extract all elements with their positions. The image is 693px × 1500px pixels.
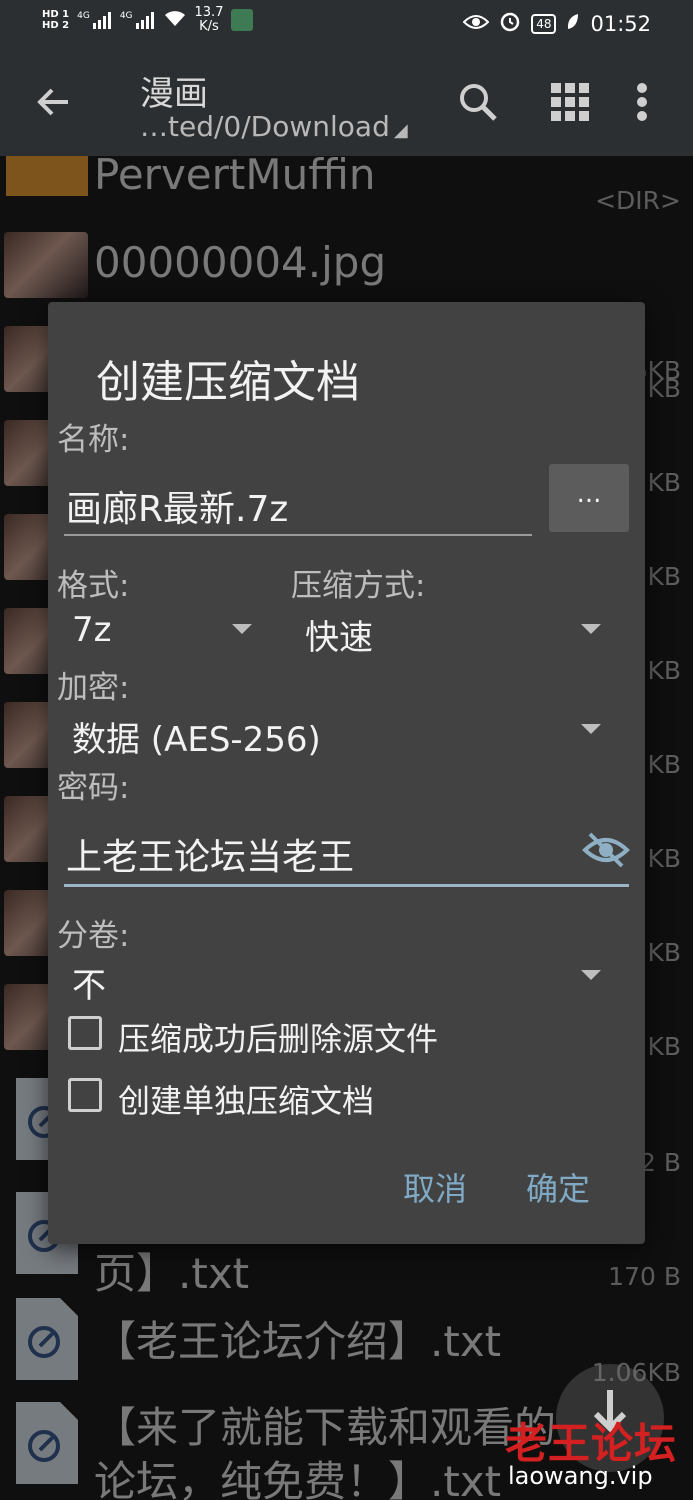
separate-archives-label: 创建单独压缩文档 — [118, 1082, 375, 1120]
status-right: 48 01:52 — [462, 10, 651, 37]
delete-source-checkbox[interactable] — [68, 1016, 102, 1050]
path-dropdown-icon: ◢ — [393, 120, 408, 141]
encryption-dropdown-icon — [581, 724, 601, 734]
create-archive-dialog: 创建压缩文档 名称: 画廊R最新.7z ... 格式: 压缩方式: 7z 快速 … — [48, 302, 645, 1244]
encryption-label: 加密: — [57, 670, 130, 706]
current-path: …ted/0/Download — [140, 110, 390, 143]
status-bar: HD 1 HD 2 4G 4G 13.7 K/s 48 01:52 — [0, 0, 693, 48]
method-value: 快速 — [305, 618, 373, 658]
encryption-value: 数据 (AES-256) — [72, 720, 321, 760]
clock-time: 01:52 — [590, 11, 651, 36]
split-value: 不 — [72, 966, 106, 1006]
hd-badges: HD 1 HD 2 — [42, 9, 69, 31]
hd2-badge: HD 2 — [42, 20, 70, 31]
wifi-icon — [163, 8, 187, 32]
sig2-text: 4G — [119, 11, 133, 21]
archive-name-input[interactable]: 画廊R最新.7z — [66, 480, 288, 532]
signal-icon-1: 4G — [77, 11, 112, 29]
method-dropdown-icon — [581, 624, 601, 634]
battery-icon: 48 — [531, 13, 557, 34]
cancel-button[interactable]: 取消 — [403, 1164, 467, 1210]
app-bar: 漫画 …ted/0/Download ◢ — [0, 48, 693, 156]
speed-value: 13.7 — [194, 5, 224, 20]
hide-password-icon[interactable] — [582, 830, 630, 870]
path-selector[interactable]: …ted/0/Download ◢ — [140, 110, 408, 143]
split-dropdown-icon — [581, 970, 601, 980]
method-label: 压缩方式: — [291, 568, 426, 604]
app-notification-icon — [231, 9, 254, 31]
password-label: 密码: — [57, 770, 130, 806]
separate-archives-checkbox[interactable] — [68, 1078, 102, 1112]
format-dropdown-icon — [232, 624, 252, 634]
delete-source-label: 压缩成功后删除源文件 — [118, 1020, 439, 1058]
sig1-text: 4G — [77, 11, 90, 21]
browse-button[interactable]: ... — [549, 464, 629, 532]
dialog-title: 创建压缩文档 — [96, 357, 360, 408]
name-label: 名称: — [57, 422, 130, 458]
watermark-url: laowang.vip — [508, 1462, 653, 1490]
password-input[interactable]: 上老王论坛当老王 — [66, 828, 354, 880]
signal-icon-2: 4G — [120, 11, 155, 29]
format-value: 7z — [72, 610, 112, 650]
status-left: HD 1 HD 2 4G 4G 13.7 K/s — [42, 6, 254, 34]
search-icon[interactable] — [456, 80, 500, 124]
leaf-icon — [566, 12, 580, 36]
overflow-menu-icon[interactable] — [630, 80, 654, 124]
back-arrow-icon[interactable] — [34, 82, 74, 122]
network-speed: 13.7 K/s — [195, 6, 224, 34]
speed-unit: K/s — [199, 19, 219, 34]
eye-comfort-icon — [462, 12, 490, 36]
hd1-badge: HD 1 — [42, 9, 70, 20]
split-label: 分卷: — [57, 918, 130, 954]
grid-view-icon[interactable] — [548, 80, 592, 124]
app-title: 漫画 — [140, 74, 208, 114]
format-label: 格式: — [57, 568, 130, 604]
ok-button[interactable]: 确定 — [526, 1164, 590, 1210]
password-underline — [64, 884, 629, 887]
alarm-icon — [499, 10, 521, 37]
archive-name-underline — [64, 534, 532, 536]
